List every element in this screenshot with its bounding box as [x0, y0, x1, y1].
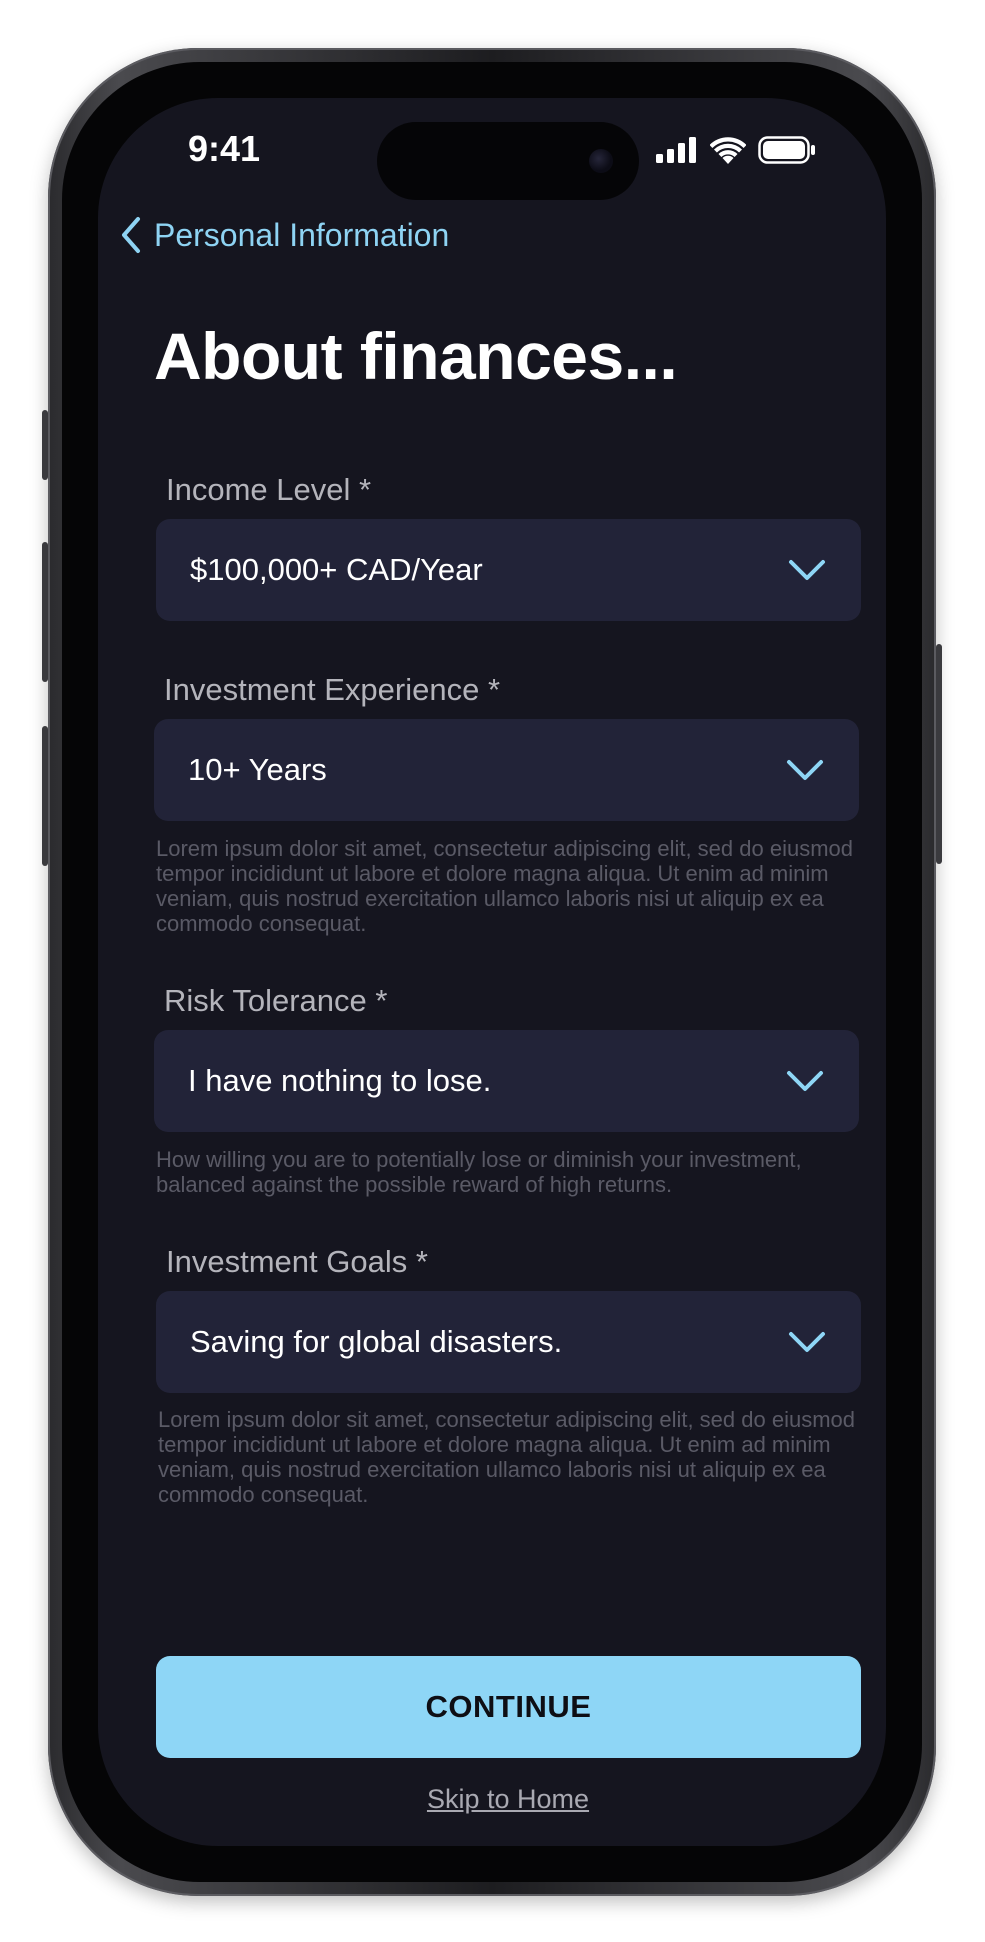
camera-icon — [589, 149, 613, 173]
investment-goals-label: Investment Goals * — [166, 1244, 428, 1279]
screen: 9:41 Personal Information About finances… — [98, 98, 886, 1846]
action-button — [42, 410, 48, 480]
back-button[interactable]: Personal Information — [120, 216, 449, 254]
volume-down-button — [42, 726, 48, 866]
income-level-select[interactable]: $100,000+ CAD/Year — [156, 519, 861, 621]
volume-up-button — [42, 542, 48, 682]
chevron-down-icon — [787, 760, 823, 780]
income-level-value: $100,000+ CAD/Year — [190, 552, 483, 587]
investment-goals-value: Saving for global disasters. — [190, 1324, 563, 1359]
skip-to-home-link[interactable]: Skip to Home — [98, 1784, 886, 1815]
dynamic-island — [377, 122, 639, 200]
status-icons — [656, 136, 816, 164]
investment-experience-helper: Lorem ipsum dolor sit amet, consectetur … — [156, 836, 854, 936]
wifi-icon — [710, 136, 746, 164]
investment-experience-label: Investment Experience * — [164, 672, 501, 707]
back-label: Personal Information — [154, 216, 450, 253]
battery-icon — [758, 136, 815, 164]
chevron-down-icon — [789, 560, 825, 580]
phone-frame: 9:41 Personal Information About finances… — [42, 48, 942, 1896]
risk-tolerance-helper: How willing you are to potentially lose … — [156, 1147, 802, 1197]
page-title: About finances... — [154, 319, 678, 393]
risk-tolerance-value: I have nothing to lose. — [188, 1063, 492, 1098]
risk-tolerance-select[interactable]: I have nothing to lose. — [154, 1030, 859, 1132]
chevron-down-icon — [787, 1071, 823, 1091]
investment-goals-helper: Lorem ipsum dolor sit amet, consectetur … — [158, 1407, 856, 1507]
risk-tolerance-label: Risk Tolerance * — [164, 983, 388, 1018]
investment-experience-select[interactable]: 10+ Years — [154, 719, 859, 821]
power-button — [936, 644, 942, 864]
signal-icon — [656, 137, 696, 163]
income-level-label: Income Level * — [166, 472, 372, 507]
phone-bezel: 9:41 Personal Information About finances… — [62, 62, 922, 1882]
continue-button[interactable]: CONTINUE — [156, 1656, 861, 1758]
status-time: 9:41 — [188, 128, 261, 169]
chevron-left-icon — [122, 217, 140, 253]
investment-goals-select[interactable]: Saving for global disasters. — [156, 1291, 861, 1393]
investment-experience-value: 10+ Years — [188, 752, 327, 787]
chevron-down-icon — [789, 1332, 825, 1352]
